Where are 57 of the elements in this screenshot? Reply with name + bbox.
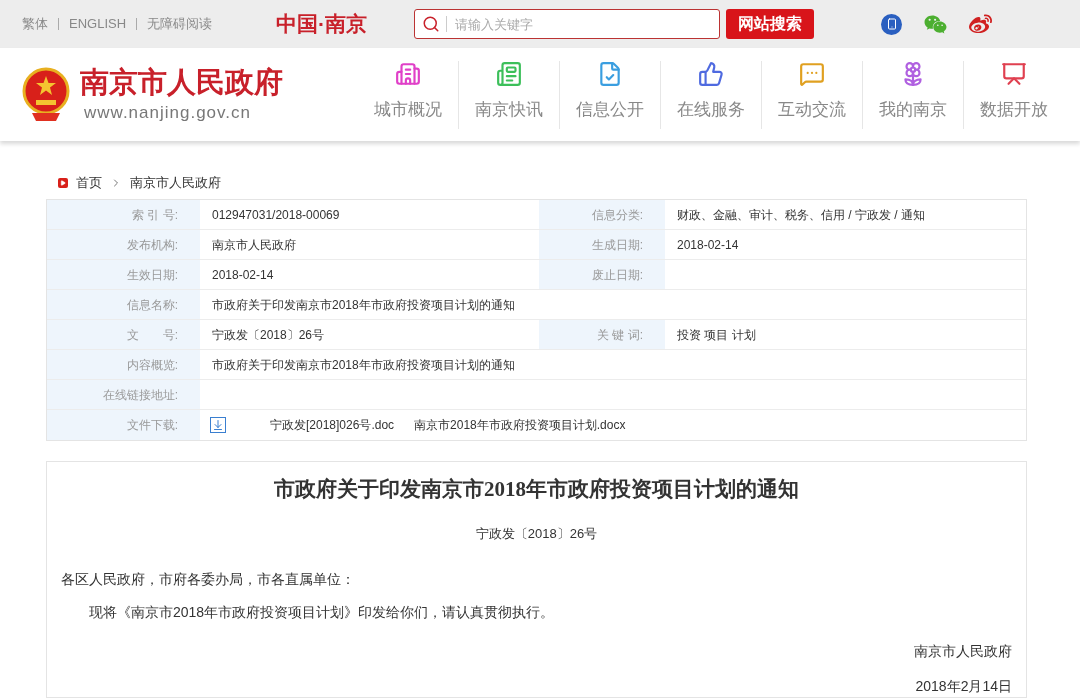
- nav-item[interactable]: 南京快讯: [459, 60, 559, 129]
- emblem-icon: [22, 66, 70, 123]
- thumbs-up-icon: [698, 60, 724, 87]
- search-icon: [422, 15, 440, 33]
- value-cell-text: 南京市人民政府: [212, 236, 296, 254]
- label-cell: 信息名称:: [47, 290, 200, 319]
- brand-text: 中国·南京: [276, 11, 368, 38]
- body-paragraph: 现将《南京市2018年市政府投资项目计划》印发给你们，请认真贯彻执行。: [89, 603, 556, 622]
- top-link[interactable]: 无障碍阅读: [147, 14, 213, 34]
- label-cell: 内容概览:: [47, 350, 200, 379]
- chart-screen-icon: [1001, 60, 1027, 87]
- nav-item[interactable]: 数据开放: [964, 60, 1064, 129]
- value-cell-text: 市政府关于印发南京市2018年市政府投资项目计划的通知: [212, 356, 515, 374]
- salutation-text: 各区人民政府，市府各委办局，市各直属单位：: [61, 570, 356, 589]
- file-link[interactable]: 宁政发[2018]026号.doc: [270, 416, 395, 434]
- value-cell-text: 投资 项目 计划: [677, 326, 756, 344]
- breadcrumb-link[interactable]: 首页: [76, 173, 102, 193]
- breadcrumb-link[interactable]: 南京市人民政府: [130, 173, 221, 193]
- weibo-icon[interactable]: [969, 12, 992, 36]
- top-link[interactable]: ENGLISH: [69, 14, 127, 34]
- label-cell: 生成日期:: [539, 230, 665, 259]
- signature-text: 南京市人民政府: [914, 642, 1012, 661]
- value-cell-text: 市政府关于印发南京市2018年市政府投资项目计划的通知: [212, 296, 515, 314]
- download-icon: [210, 417, 226, 433]
- top-link[interactable]: 繁体: [22, 14, 48, 34]
- label-cell: 关 键 词:: [539, 320, 665, 349]
- nav-item[interactable]: 我的南京: [863, 60, 963, 129]
- mobile-icon[interactable]: [881, 13, 902, 35]
- label-cell: 信息分类:: [539, 200, 665, 229]
- building-icon: [395, 60, 421, 87]
- nav-item[interactable]: 在线服务: [661, 60, 761, 129]
- label-cell: 废止日期:: [539, 260, 665, 289]
- label-cell: 文 号:: [47, 320, 200, 349]
- search-button[interactable]: 网站搜索: [726, 9, 814, 39]
- value-cell-text: 宁政发〔2018〕26号: [212, 326, 325, 344]
- value-cell-text: 财政、金融、审计、税务、信用 / 宁政发 / 通知: [677, 206, 925, 224]
- label-cell: 生效日期:: [47, 260, 200, 289]
- nav-item[interactable]: 互动交流: [762, 60, 862, 129]
- search-field[interactable]: 请输入关键字: [414, 9, 720, 39]
- label-cell: 在线链接地址:: [47, 380, 200, 409]
- label-cell: 索 引 号:: [47, 200, 200, 229]
- value-cell-text: 2018-02-14: [677, 236, 739, 254]
- article-title: 市政府关于印发南京市2018年市政府投资项目计划的通知: [273, 476, 800, 503]
- document-number: 宁政发〔2018〕26号: [474, 524, 599, 543]
- document-check-icon: [597, 60, 623, 87]
- file-link[interactable]: 南京市2018年市政府投资项目计划.docx: [414, 416, 626, 434]
- nav-item[interactable]: 信息公开: [560, 60, 660, 129]
- date-text: 2018年2月14日: [915, 677, 1012, 696]
- label-cell: 文件下载:: [47, 410, 200, 440]
- site-url: www.nanjing.gov.cn: [84, 101, 252, 124]
- value-cell-text: 2018-02-14: [212, 266, 274, 284]
- label-cell: 发布机构:: [47, 230, 200, 259]
- chat-bubble-icon: [799, 60, 825, 87]
- value-cell-text: 012947031/2018-00069: [212, 206, 340, 224]
- nav-item[interactable]: 城市概况: [358, 60, 458, 129]
- newspaper-icon: [496, 60, 522, 87]
- site-title: 南京市人民政府: [80, 64, 283, 100]
